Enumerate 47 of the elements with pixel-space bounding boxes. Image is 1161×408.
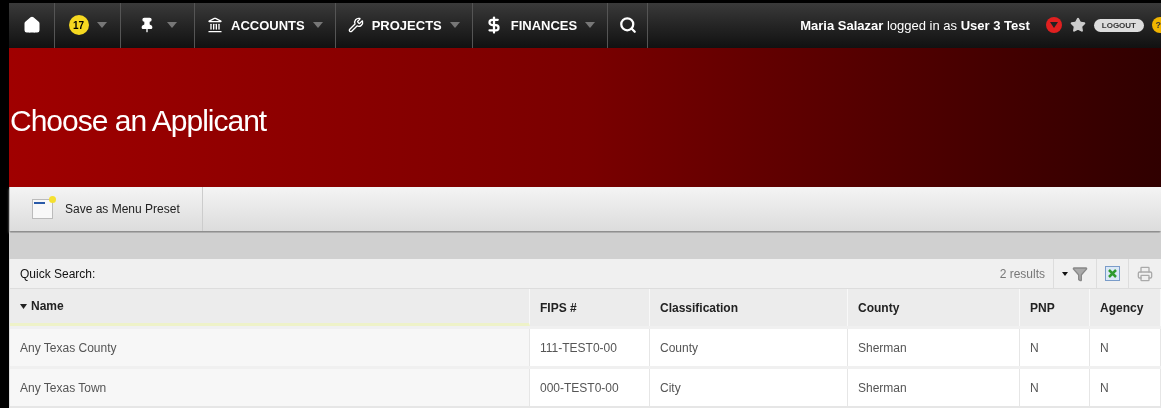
notification-badge: 17 [68,15,89,36]
column-header[interactable]: Name [10,289,530,326]
nav-menu[interactable]: FINANCES [472,3,609,48]
caret-icon [449,22,460,29]
user-login-text: Maria Salazar logged in as User 3 Test [800,16,1030,35]
caret-icon [312,22,323,29]
table-cell: County [650,329,848,366]
star-icon[interactable] [1069,17,1086,34]
nav-menu[interactable]: ACCOUNTS [195,3,336,48]
sort-caret-icon [20,303,27,309]
preset-icon [32,199,53,220]
home-icon [22,16,41,35]
table-cell: N [1020,369,1090,406]
column-header[interactable]: PNP [1020,289,1090,326]
caret-icon [585,22,596,29]
caret-icon [166,22,177,29]
caret-icon [96,22,107,29]
table-cell: 000-TEST0-00 [530,369,650,406]
filter-icon [1072,265,1088,282]
table-cell: N [1020,329,1090,366]
notifications-button[interactable]: 17 [55,3,121,48]
spreadsheet-icon [1105,266,1120,281]
page-title: Choose an Applicant [10,103,267,140]
table-cell: Sherman [848,329,1020,366]
column-header[interactable]: Classification [650,289,848,326]
logout-button[interactable]: LOGOUT [1093,18,1144,32]
bank-icon [207,17,223,34]
nav-menu[interactable]: PROJECTS [335,3,473,48]
alert-icon [1045,17,1062,34]
table-cell: N [1090,369,1161,406]
table-cell: 111-TEST0-00 [530,329,650,366]
table-cell: Sherman [848,369,1020,406]
caret-icon [1062,271,1068,276]
table-cell: Any Texas Town [10,369,530,406]
column-header[interactable]: County [848,289,1020,326]
search-icon [618,16,637,35]
wrench-icon [347,17,364,34]
column-header[interactable]: Agency [1090,289,1161,326]
help-button[interactable]: ? [1152,17,1161,34]
printer-icon [1137,265,1153,282]
table-cell: N [1090,329,1161,366]
results-count: 2 results [999,259,1054,288]
quick-search-label: Quick Search: [20,265,96,283]
table-cell: City [650,369,848,406]
table-cell: Any Texas County [10,329,530,366]
save-preset-button[interactable]: Save as Menu Preset [10,187,203,232]
column-header[interactable]: FIPS # [530,289,650,326]
